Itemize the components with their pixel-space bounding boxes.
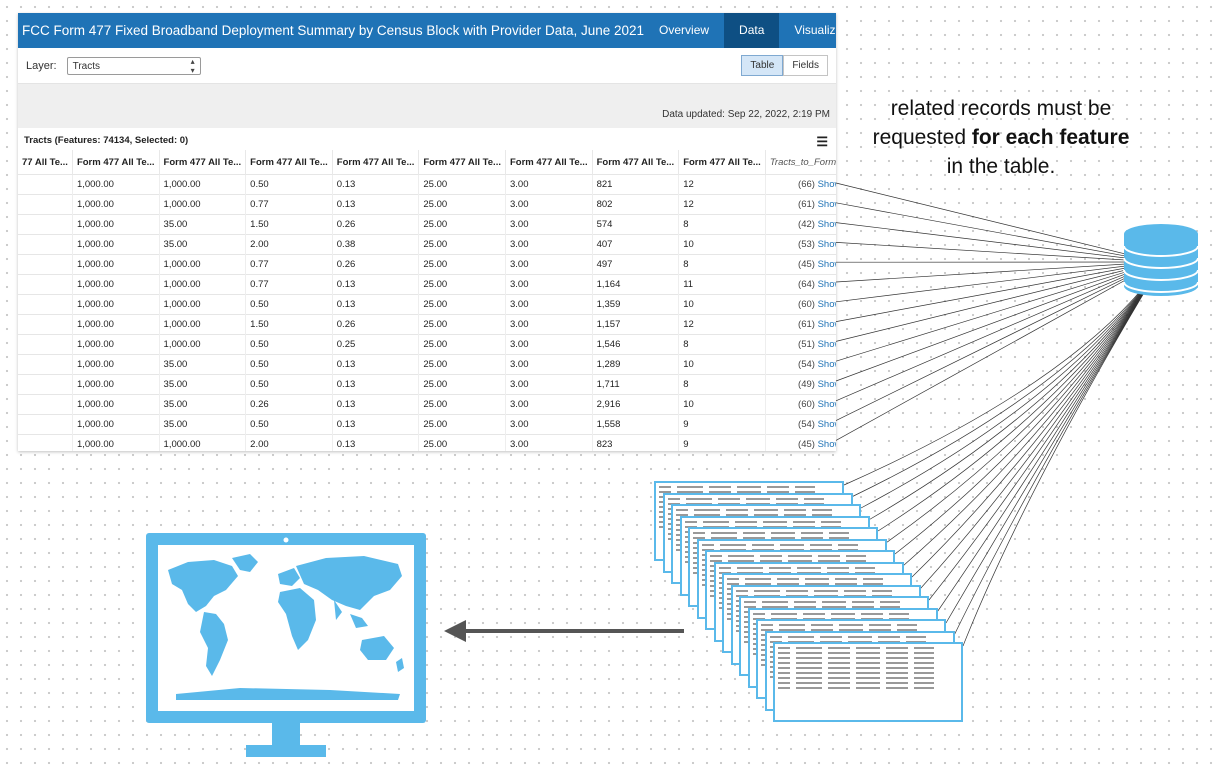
monitor-world-map-icon: [146, 533, 426, 757]
arrow-left-icon: [444, 620, 684, 642]
request-line: [835, 261, 1159, 283]
request-line: [835, 222, 1159, 263]
response-line: [886, 265, 1161, 543]
response-line: [954, 265, 1161, 635]
response-line: [843, 265, 1161, 486]
request-line: [835, 261, 1159, 382]
request-line: [835, 242, 1159, 263]
response-line: [903, 265, 1161, 566]
request-line: [835, 182, 1159, 263]
request-line: [835, 261, 1159, 303]
request-line: [835, 202, 1159, 263]
response-line: [869, 265, 1161, 520]
response-line: [860, 265, 1161, 509]
response-line: [852, 265, 1161, 497]
request-line: [835, 261, 1159, 421]
request-line: [835, 261, 1159, 322]
request-line: [835, 261, 1159, 362]
request-lines: [835, 182, 1159, 441]
diagram-overlay: [146, 182, 1199, 757]
database-icon: [1123, 224, 1199, 296]
response-line: [928, 265, 1161, 601]
related-record-card: [773, 642, 963, 722]
request-line: [835, 261, 1159, 342]
